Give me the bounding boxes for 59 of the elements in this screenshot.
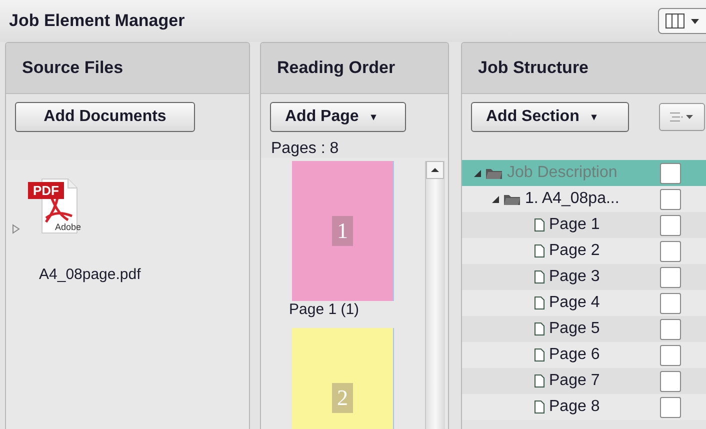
- tree-label: Page 4: [549, 294, 600, 312]
- tree-label: Page 7: [549, 372, 600, 390]
- tree-row[interactable]: Page 6: [462, 342, 706, 368]
- list-icon: [669, 111, 695, 123]
- columns-icon: [665, 13, 685, 29]
- checkbox[interactable]: [660, 370, 681, 392]
- add-documents-button[interactable]: Add Documents: [15, 102, 195, 132]
- checkbox[interactable]: [660, 240, 681, 262]
- page-icon: [534, 270, 545, 284]
- add-section-button[interactable]: Add Section ▾: [471, 102, 629, 132]
- checkbox[interactable]: [660, 318, 681, 340]
- tree-row[interactable]: Page 8: [462, 394, 706, 420]
- page-icon: [534, 218, 545, 232]
- page-icon: [534, 400, 545, 414]
- tree-row[interactable]: Page 4: [462, 290, 706, 316]
- panel-title: Source Files: [22, 58, 124, 78]
- window-title: Job Element Manager: [9, 11, 185, 31]
- checkbox[interactable]: [660, 266, 681, 288]
- checkbox[interactable]: [660, 214, 681, 236]
- panel-title: Reading Order: [277, 58, 396, 78]
- collapse-icon[interactable]: [474, 170, 481, 176]
- checkbox[interactable]: [660, 396, 681, 418]
- tree-label: Page 6: [549, 346, 600, 364]
- file-name[interactable]: A4_08page.pdf: [39, 266, 249, 283]
- checkbox[interactable]: [660, 344, 681, 366]
- caret-icon: [691, 18, 699, 24]
- tree-row[interactable]: 1. A4_08pa...: [462, 186, 706, 212]
- page-count: Pages : 8: [270, 140, 340, 158]
- expand-icon[interactable]: [12, 224, 20, 234]
- panel-title: Job Structure: [478, 58, 589, 78]
- tree-label: Job Description: [507, 164, 618, 182]
- tree-label: Page 5: [549, 320, 600, 338]
- checkbox[interactable]: [660, 162, 681, 184]
- tree-label: Page 3: [549, 268, 600, 286]
- tree-row[interactable]: Page 1: [462, 212, 706, 238]
- tree-label: Page 8: [549, 398, 600, 416]
- list-options-button[interactable]: [659, 103, 705, 131]
- page-icon: [534, 296, 545, 310]
- tree-row[interactable]: Page 5: [462, 316, 706, 342]
- page-icon: [534, 348, 545, 362]
- scroll-up-icon[interactable]: [426, 161, 444, 179]
- folder-icon: [485, 166, 503, 180]
- page-icon: [534, 244, 545, 258]
- page-label: Page 1 (1): [289, 301, 360, 318]
- checkbox[interactable]: [660, 292, 681, 314]
- column-view-button[interactable]: [658, 8, 706, 34]
- folder-icon: [503, 192, 521, 206]
- tree-row[interactable]: Page 2: [462, 238, 706, 264]
- add-page-button[interactable]: Add Page ▾: [270, 102, 406, 132]
- tree-label: Page 1: [549, 216, 600, 234]
- page-icon: [534, 374, 545, 388]
- tree-row[interactable]: Page 7: [462, 368, 706, 394]
- scrollbar[interactable]: [425, 161, 445, 429]
- collapse-icon[interactable]: [492, 196, 499, 202]
- tree-label: 1. A4_08pa...: [525, 190, 620, 208]
- page-icon: [534, 322, 545, 336]
- checkbox[interactable]: [660, 188, 681, 210]
- tree-label: Page 2: [549, 242, 600, 260]
- tree-row[interactable]: Page 3: [462, 264, 706, 290]
